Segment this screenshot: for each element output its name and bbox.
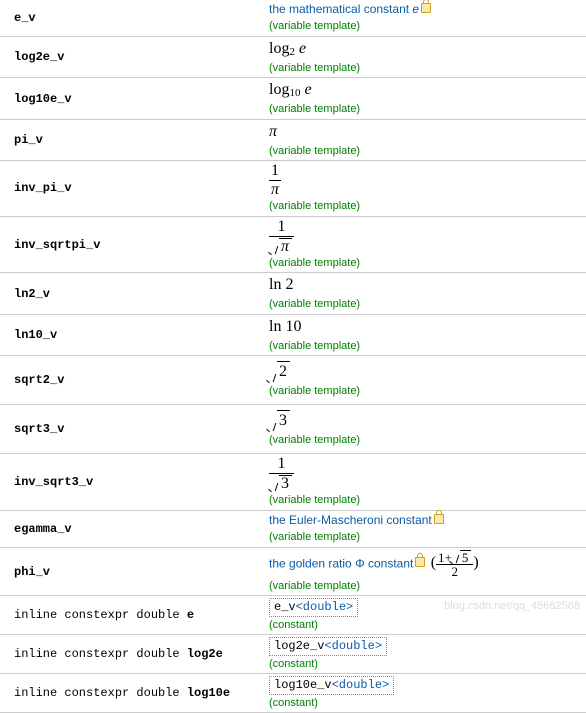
table-row: log2e_v log2 e (variable template) — [0, 37, 586, 78]
declaration-cell: inline constexpr double log2e — [0, 643, 265, 665]
table-row: inline constexpr double log10elog10e_v<d… — [0, 674, 586, 713]
category-label: (variable template) — [269, 580, 360, 592]
category-label: (variable template) — [269, 20, 360, 32]
identifier-name[interactable]: ln2_v — [14, 287, 50, 301]
identifier-name[interactable]: egamma_v — [14, 522, 72, 536]
description-cell: ln 2 (variable template) — [265, 273, 586, 313]
description-cell: the golden ratio Φ constant (1+52) (varia… — [265, 548, 586, 596]
table-row: inv_sqrt3_v 13 (variable template) — [0, 454, 586, 511]
declaration-cell: inline constexpr double e — [0, 604, 265, 626]
identifier-cell: inv_sqrt3_v — [0, 471, 265, 493]
category-label: (variable template) — [269, 257, 360, 269]
identifier-cell: inv_pi_v — [0, 177, 265, 199]
code-ref[interactable]: log10e_v<double> — [269, 676, 394, 694]
description-cell: ln 10 (variable template) — [265, 315, 586, 355]
description-cell: 3 (variable template) — [265, 408, 586, 449]
description-link[interactable]: the golden ratio Φ constant — [269, 556, 413, 570]
identifier-cell: phi_v — [0, 561, 265, 583]
table-row: egamma_v the Euler-Mascheroni constant (va… — [0, 511, 586, 548]
category-label: (variable template) — [269, 200, 360, 212]
identifier-cell: sqrt2_v — [0, 369, 265, 391]
identifier-cell: ln10_v — [0, 324, 265, 346]
description-cell: log2e_v<double> (constant) — [265, 635, 586, 673]
description-cell: the Euler-Mascheroni constant (variable t… — [265, 511, 586, 546]
category-label: (variable template) — [269, 531, 360, 543]
category-label: (variable template) — [269, 103, 360, 115]
identifier-name[interactable]: ln10_v — [14, 328, 57, 342]
table-row: log10e_v log10 e (variable template) — [0, 78, 586, 119]
lock-icon — [421, 3, 431, 13]
identifier-cell: log10e_v — [0, 88, 265, 110]
table-row: sqrt2_v 2 (variable template) — [0, 356, 586, 405]
identifier-name[interactable]: log10e_v — [14, 92, 72, 106]
identifier-cell: log2e_v — [0, 46, 265, 68]
category-label: (variable template) — [269, 385, 360, 397]
description-cell: 1π (variable template) — [265, 161, 586, 216]
table-row: phi_v the golden ratio Φ constant (1+52) (… — [0, 548, 586, 597]
lock-icon — [434, 514, 444, 524]
identifier-name[interactable]: e_v — [14, 11, 36, 25]
table-row: inline constexpr double log2elog2e_v<dou… — [0, 635, 586, 674]
table-row: inv_sqrtpi_v 1π (variable template) — [0, 217, 586, 274]
description-cell: the mathematical constant e (variable tem… — [265, 0, 586, 35]
identifier-name[interactable]: inv_sqrt3_v — [14, 475, 93, 489]
formula: (1+52) — [431, 554, 479, 571]
identifier-name[interactable]: sqrt2_v — [14, 373, 64, 387]
formula: log2 e — [269, 40, 306, 57]
declaration-cell: inline constexpr double log10e — [0, 682, 265, 704]
identifier-cell: ln2_v — [0, 283, 265, 305]
category-label: (variable template) — [269, 494, 360, 506]
description-link[interactable]: the mathematical constant e — [269, 2, 419, 16]
category-label: (variable template) — [269, 434, 360, 446]
formula: log10 e — [269, 81, 312, 98]
code-ref[interactable]: e_v<double> — [269, 598, 358, 616]
identifier-name[interactable]: sqrt3_v — [14, 422, 64, 436]
category-label: (constant) — [269, 658, 318, 670]
formula: ln 10 — [269, 318, 301, 335]
formula: 13 — [269, 465, 294, 482]
identifier-name[interactable]: inv_pi_v — [14, 181, 72, 195]
table-row: pi_v π (variable template) — [0, 120, 586, 161]
category-label: (variable template) — [269, 145, 360, 157]
table-row: sqrt3_v 3 (variable template) — [0, 405, 586, 454]
description-link[interactable]: the Euler-Mascheroni constant — [269, 513, 432, 527]
identifier-name[interactable]: log2e_v — [14, 50, 64, 64]
description-cell: 2 (variable template) — [265, 359, 586, 400]
description-cell: log10 e (variable template) — [265, 78, 586, 118]
description-cell: 1π (variable template) — [265, 217, 586, 273]
identifier-cell: inv_sqrtpi_v — [0, 234, 265, 256]
description-cell: log2 e (variable template) — [265, 37, 586, 77]
identifier-cell: egamma_v — [0, 518, 265, 540]
identifier-name[interactable]: pi_v — [14, 133, 43, 147]
category-label: (variable template) — [269, 340, 360, 352]
code-ref[interactable]: log2e_v<double> — [269, 637, 387, 655]
identifier-name[interactable]: inv_sqrtpi_v — [14, 238, 100, 252]
lock-icon — [415, 557, 425, 567]
category-label: (variable template) — [269, 298, 360, 310]
table-row: ln10_v ln 10 (variable template) — [0, 315, 586, 356]
formula: π — [269, 123, 277, 140]
identifier-name[interactable]: phi_v — [14, 565, 50, 579]
identifier-name[interactable]: log10e — [187, 686, 230, 700]
table-row: e_v the mathematical constant e (variable … — [0, 0, 586, 37]
formula: 1π — [269, 227, 294, 244]
formula: 1π — [269, 171, 281, 188]
description-cell: log10e_v<double> (constant) — [265, 674, 586, 712]
formula: 2 — [269, 363, 290, 380]
identifier-cell: e_v — [0, 7, 265, 29]
identifier-cell: pi_v — [0, 129, 265, 151]
formula: ln 2 — [269, 276, 293, 293]
table-row: inv_pi_v 1π (variable template) — [0, 161, 586, 217]
category-label: (variable template) — [269, 62, 360, 74]
table-row: ln2_v ln 2 (variable template) — [0, 273, 586, 314]
identifier-cell: sqrt3_v — [0, 418, 265, 440]
identifier-name[interactable]: log2e — [187, 647, 223, 661]
description-cell: 13 (variable template) — [265, 454, 586, 510]
formula: 3 — [269, 412, 290, 429]
category-label: (constant) — [269, 697, 318, 709]
identifier-name[interactable]: e — [187, 608, 194, 622]
description-cell: π (variable template) — [265, 120, 586, 160]
watermark: blog.csdn.net/qq_45662588 — [444, 600, 580, 612]
